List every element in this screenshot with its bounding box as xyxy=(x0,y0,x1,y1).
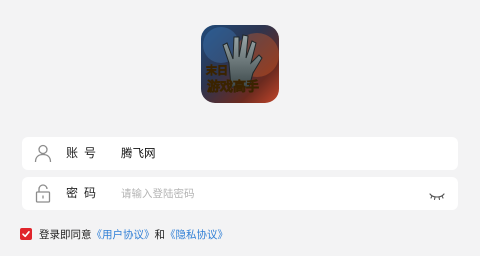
login-page: 末日 游戏高手 账号 腾飞网 密码 登录即同意 《用户协议》 和 《隐私协议》 xyxy=(0,0,480,256)
user-agreement-link[interactable]: 《用户协议》 xyxy=(92,227,155,242)
agreement-row: 登录即同意 《用户协议》 和 《隐私协议》 xyxy=(20,226,228,242)
svg-text:末日: 末日 xyxy=(205,63,228,77)
account-label: 账号 xyxy=(66,146,103,160)
account-value[interactable]: 腾飞网 xyxy=(121,137,156,170)
password-input[interactable] xyxy=(121,177,421,210)
privacy-policy-link[interactable]: 《隐私协议》 xyxy=(165,227,228,242)
password-field[interactable]: 密码 xyxy=(22,177,458,210)
lock-icon xyxy=(33,183,53,203)
user-icon xyxy=(33,143,53,163)
svg-text:游戏高手: 游戏高手 xyxy=(207,79,259,95)
agreement-checkbox[interactable] xyxy=(20,228,32,240)
account-field[interactable]: 账号 腾飞网 xyxy=(22,137,458,170)
agreement-conjunction: 和 xyxy=(154,228,166,241)
app-logo: 末日 游戏高手 xyxy=(201,25,279,103)
eye-closed-icon[interactable] xyxy=(429,187,445,201)
password-label: 密码 xyxy=(66,186,103,200)
agreement-prefix: 登录即同意 xyxy=(39,228,92,241)
